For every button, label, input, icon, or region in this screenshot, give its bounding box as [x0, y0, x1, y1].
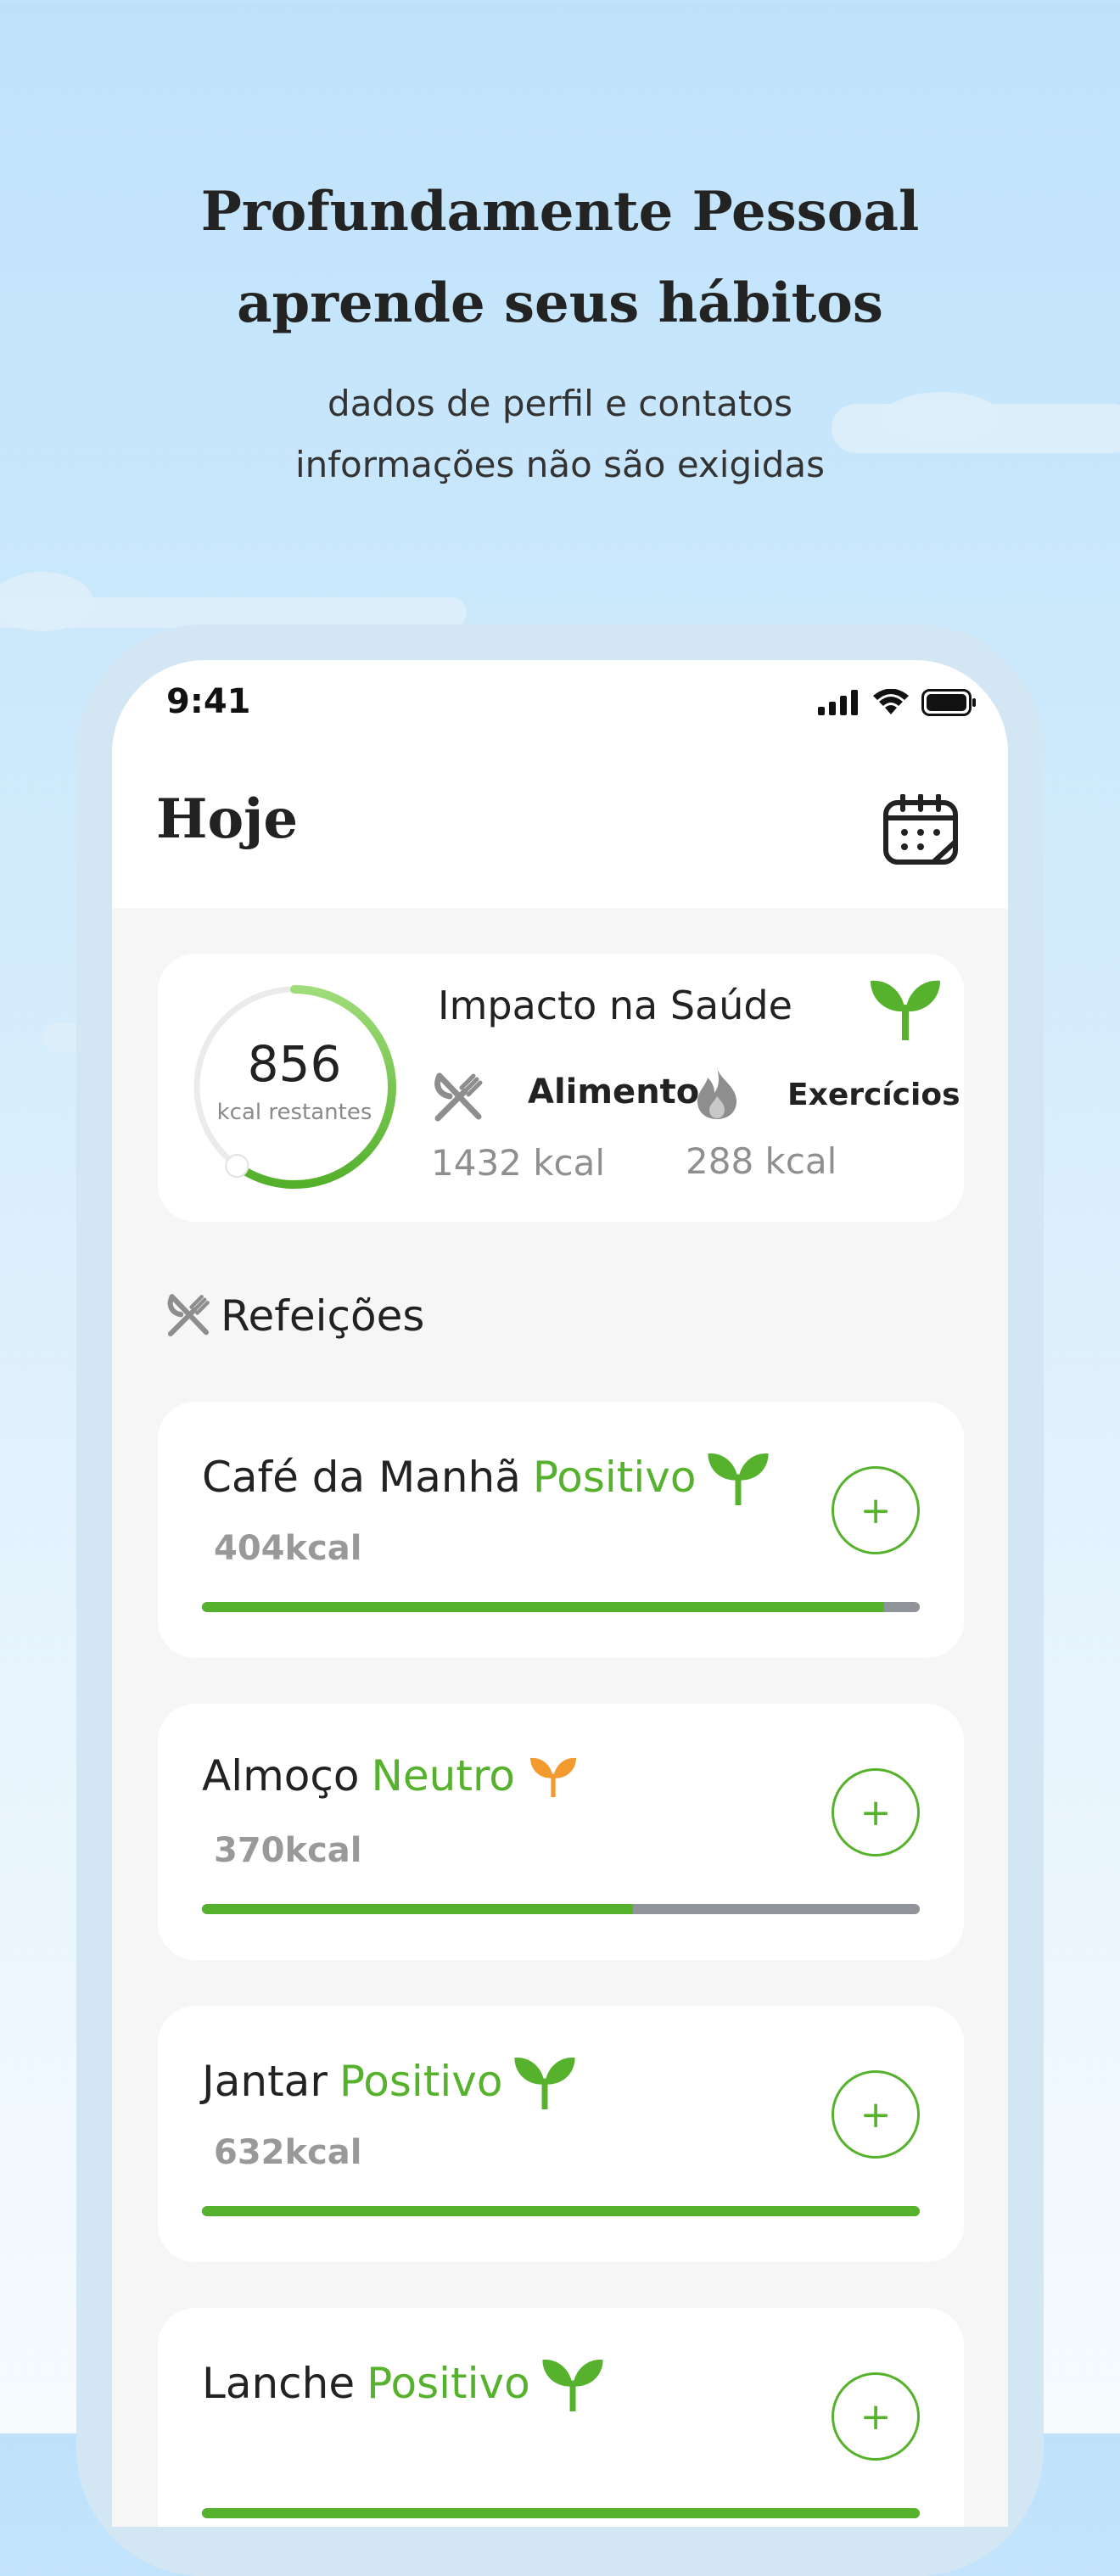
sprout-icon — [542, 2360, 603, 2411]
meal-name: Lanche — [202, 2359, 356, 2408]
hero-title-line1: Profundamente Pessoal — [200, 180, 920, 244]
meal-card-snack[interactable]: Lanche Positivo + — [158, 2308, 964, 2527]
exercise-label: Exercícios — [787, 1078, 960, 1112]
exercise-kcal-value: 288 kcal — [686, 1140, 837, 1182]
food-label: Alimento — [528, 1072, 700, 1112]
sprout-icon — [708, 1453, 770, 1505]
add-meal-button[interactable]: + — [832, 1466, 920, 1554]
hero-subtitle: dados de perfil e contatos informações n… — [0, 373, 1120, 496]
meal-status: Positivo — [367, 2359, 530, 2408]
add-meal-button[interactable]: + — [832, 2372, 920, 2461]
status-icons — [818, 689, 977, 716]
hero-subtitle-line2: informações não são exigidas — [294, 444, 826, 485]
meal-card-breakfast[interactable]: Café da Manhã Positivo 404kcal + — [158, 1402, 964, 1658]
meals-section-header: Refeições — [165, 1291, 424, 1341]
app-header: 9:41 Hoje — [112, 660, 1008, 908]
wifi-icon — [873, 689, 909, 714]
calorie-ring-knob — [225, 1154, 249, 1179]
meal-kcal: 370kcal — [214, 1831, 362, 1870]
meal-title: Jantar Positivo — [202, 2053, 577, 2109]
hero-title: Profundamente Pessoal aprende seus hábit… — [0, 166, 1120, 350]
meal-status: Positivo — [532, 1453, 697, 1502]
meals-section-title: Refeições — [221, 1291, 425, 1341]
meal-progress-bar — [202, 2206, 920, 2216]
calendar-button[interactable] — [882, 793, 959, 865]
meal-kcal: 632kcal — [214, 2133, 362, 2172]
fork-knife-icon — [167, 1294, 210, 1337]
calendar-icon — [883, 793, 958, 865]
meal-status: Neutro — [371, 1751, 515, 1800]
hero-title-line2: aprende seus hábitos — [237, 272, 883, 335]
sprout-icon — [530, 1757, 576, 1797]
meal-title: Café da Manhã Positivo — [202, 1449, 770, 1505]
page-title: Hoje — [156, 787, 299, 851]
meal-progress-bar — [202, 1904, 920, 1914]
meal-name: Almoço — [202, 1751, 360, 1800]
hero-subtitle-line1: dados de perfil e contatos — [328, 383, 792, 424]
remaining-kcal-value: 856 — [247, 1035, 342, 1093]
fire-icon — [697, 1067, 736, 1119]
meal-title: Almoço Neutro — [202, 1751, 581, 1800]
phone-screen: 9:41 Hoje 856 kcal restantes Impacto na … — [112, 660, 1008, 2527]
health-impact-title: Impacto na Saúde — [438, 983, 792, 1028]
meal-progress-bar — [202, 1602, 920, 1612]
add-meal-button[interactable]: + — [832, 2070, 920, 2159]
add-meal-button[interactable]: + — [832, 1768, 920, 1856]
meal-card-dinner[interactable]: Jantar Positivo 632kcal + — [158, 2006, 964, 2262]
meal-name: Jantar — [202, 2057, 328, 2106]
signal-icon — [818, 690, 858, 715]
fork-knife-icon — [434, 1072, 483, 1122]
battery-icon — [921, 689, 976, 716]
meal-progress-fill — [202, 2508, 920, 2518]
meal-progress-fill — [202, 2206, 920, 2216]
meal-progress-fill — [202, 1904, 633, 1914]
meal-name: Café da Manhã — [202, 1453, 521, 1502]
food-kcal-value: 1432 kcal — [431, 1142, 606, 1184]
meal-progress-bar — [202, 2508, 920, 2518]
meal-title: Lanche Positivo — [202, 2355, 605, 2411]
meal-card-lunch[interactable]: Almoço Neutro 370kcal + — [158, 1704, 964, 1960]
sprout-icon — [871, 980, 940, 1040]
meal-progress-fill — [202, 1602, 884, 1612]
status-time: 9:41 — [166, 682, 251, 721]
meal-kcal: 404kcal — [214, 1529, 362, 1568]
calorie-summary-card[interactable]: 856 kcal restantes Impacto na Saúde Alim… — [158, 954, 964, 1222]
sprout-icon — [514, 2058, 576, 2109]
remaining-kcal-label: kcal restantes — [216, 1100, 372, 1125]
meal-status: Positivo — [339, 2057, 503, 2106]
